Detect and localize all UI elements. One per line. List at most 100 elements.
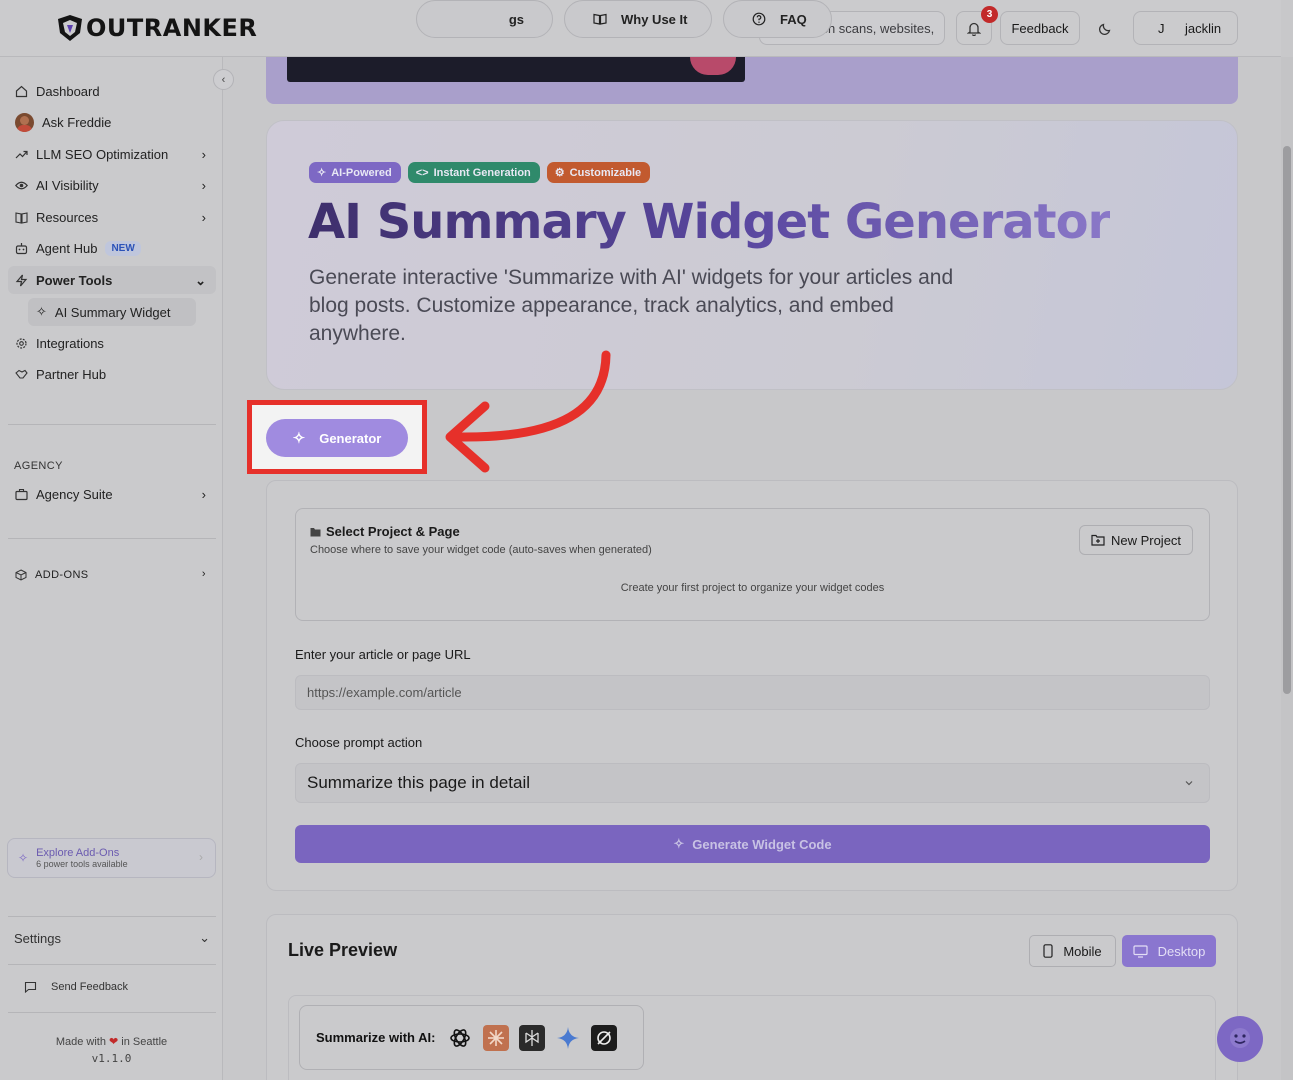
logo-shield-icon <box>58 15 82 41</box>
chat-bot-icon <box>1230 1028 1250 1048</box>
sidebar-item-label: ADD-ONS <box>35 569 89 581</box>
chevron-left-icon: ‹ <box>221 73 226 86</box>
new-project-button[interactable]: New Project <box>1079 525 1193 555</box>
feedback-button[interactable]: Feedback <box>1000 11 1080 45</box>
tab-why-use-it[interactable]: Why Use It <box>564 0 712 38</box>
new-badge: NEW <box>105 240 141 256</box>
package-icon <box>15 569 27 581</box>
chatgpt-icon[interactable] <box>447 1025 473 1051</box>
phone-icon <box>1043 944 1053 958</box>
project-section-title: Select Project & Page <box>310 524 460 539</box>
trend-icon <box>15 150 28 158</box>
sidebar-item-agent-hub[interactable]: Agent Hub NEW <box>8 234 216 262</box>
send-feedback-link[interactable]: Send Feedback <box>24 981 128 993</box>
sidebar-item-label: Power Tools <box>36 272 113 288</box>
grok-icon[interactable] <box>591 1024 618 1051</box>
monitor-icon <box>1133 944 1148 958</box>
chat-widget-button[interactable] <box>1217 1016 1263 1062</box>
chevron-right-icon: › <box>201 147 206 162</box>
code-icon: <> <box>415 166 429 179</box>
gear-icon <box>16 337 27 349</box>
prompt-action-select[interactable]: Summarize this page in detail <box>295 763 1210 803</box>
gemini-icon[interactable] <box>555 1025 581 1051</box>
avatar <box>15 112 34 132</box>
sidebar-item-label: LLM SEO Optimization <box>36 146 169 162</box>
chevron-down-icon <box>1185 781 1193 786</box>
gear-icon: ⚙ <box>554 167 565 179</box>
collapse-sidebar-button[interactable]: ‹ <box>213 69 234 90</box>
settings-label: Settings <box>14 930 61 946</box>
sidebar-item-power-tools[interactable]: Power Tools ⌄ <box>8 266 216 294</box>
sidebar-item-integrations[interactable]: Integrations <box>8 329 216 357</box>
message-icon <box>24 981 37 993</box>
chevron-down-icon: ⌄ <box>199 930 210 945</box>
help-circle-icon <box>752 12 766 26</box>
sidebar-item-agency-suite[interactable]: Agency Suite › <box>8 480 216 508</box>
tag-instant-generation: <> Instant Generation <box>407 162 540 183</box>
sidebar-item-dashboard[interactable]: Dashboard <box>8 77 216 105</box>
sidebar-item-label: Resources <box>36 209 99 225</box>
settings-toggle[interactable]: Settings ⌄ <box>14 930 210 946</box>
sidebar-divider <box>8 424 216 425</box>
user-menu[interactable]: J jacklin <box>1133 11 1238 45</box>
user-initial: J <box>1158 20 1165 36</box>
perplexity-icon[interactable] <box>519 1024 546 1051</box>
sidebar-item-label: AI Visibility <box>36 177 99 193</box>
url-input[interactable] <box>295 675 1210 710</box>
tag-ai-powered: ✧ AI-Powered <box>309 162 401 183</box>
hero-card <box>266 120 1238 390</box>
sidebar-divider <box>8 538 216 539</box>
bolt-icon <box>15 274 28 286</box>
generate-widget-button[interactable]: ✧ Generate Widget Code <box>295 825 1210 863</box>
sidebar-item-resources[interactable]: Resources › <box>8 203 216 231</box>
sidebar-item-label: AI Summary Widget <box>54 304 171 320</box>
sidebar-item-label: Agent Hub <box>36 240 98 256</box>
home-icon <box>15 85 28 97</box>
notification-badge: 3 <box>981 6 998 23</box>
handshake-icon <box>15 369 28 379</box>
sidebar-item-addons[interactable]: ADD-ONS › <box>8 561 216 589</box>
sidebar-item-llm-seo[interactable]: LLM SEO Optimization › <box>8 140 216 168</box>
sparkle-icon: ✧ <box>673 836 685 851</box>
scrollbar-thumb[interactable] <box>1283 146 1291 694</box>
sidebar-item-label: Agency Suite <box>36 486 113 502</box>
logo-text: OUTRANKER <box>86 14 258 42</box>
chevron-right-icon: › <box>201 178 206 193</box>
sidebar-item-label: Integrations <box>36 335 104 351</box>
sidebar-item-ai-summary-widget[interactable]: ✧ AI Summary Widget <box>28 298 196 326</box>
explore-title: Explore Add-Ons <box>36 847 120 859</box>
sidebar-divider <box>8 964 216 965</box>
eye-icon <box>15 181 28 189</box>
tag-customizable: ⚙ Customizable <box>546 162 651 183</box>
logo[interactable]: OUTRANKER <box>56 12 257 44</box>
tab-settings-partial[interactable]: gs <box>416 0 553 38</box>
sidebar-divider <box>8 1012 216 1013</box>
sidebar-item-label: Partner Hub <box>36 366 107 382</box>
book-open-icon <box>593 13 607 25</box>
moon-icon <box>1099 23 1111 35</box>
sidebar-item-partner-hub[interactable]: Partner Hub <box>8 360 216 388</box>
sparkle-icon: ✧ <box>18 851 29 865</box>
mobile-view-button[interactable]: Mobile <box>1029 935 1116 967</box>
tab-faq[interactable]: FAQ <box>723 0 832 38</box>
explore-addons-card[interactable]: ✧ Explore Add-Ons 6 power tools availabl… <box>7 838 216 878</box>
explore-subtitle: 6 power tools available <box>36 859 128 869</box>
theme-toggle[interactable] <box>1092 11 1120 45</box>
tab-generator[interactable]: ✧ Generator <box>266 419 408 457</box>
sparkle-icon: ✧ <box>317 167 327 179</box>
folder-plus-icon <box>1091 534 1105 546</box>
summarize-widget: Summarize with AI: <box>299 1005 644 1070</box>
video-player[interactable] <box>287 57 745 82</box>
sidebar-item-ai-visibility[interactable]: AI Visibility › <box>8 171 216 199</box>
feature-tags: ✧ AI-Powered <> Instant Generation ⚙ Custom… <box>309 162 651 183</box>
chevron-right-icon: › <box>201 210 206 225</box>
claude-icon[interactable] <box>483 1024 510 1051</box>
chevron-right-icon: › <box>201 568 206 580</box>
user-name: jacklin <box>1185 20 1222 36</box>
project-section-subtitle: Choose where to save your widget code (a… <box>310 544 652 556</box>
url-label: Enter your article or page URL <box>295 647 471 662</box>
sidebar-item-ask-freddie[interactable]: Ask Freddie <box>8 108 216 136</box>
agency-section-label: AGENCY <box>14 460 63 472</box>
page-description: Generate interactive 'Summarize with AI'… <box>309 266 954 345</box>
desktop-view-button[interactable]: Desktop <box>1122 935 1216 967</box>
